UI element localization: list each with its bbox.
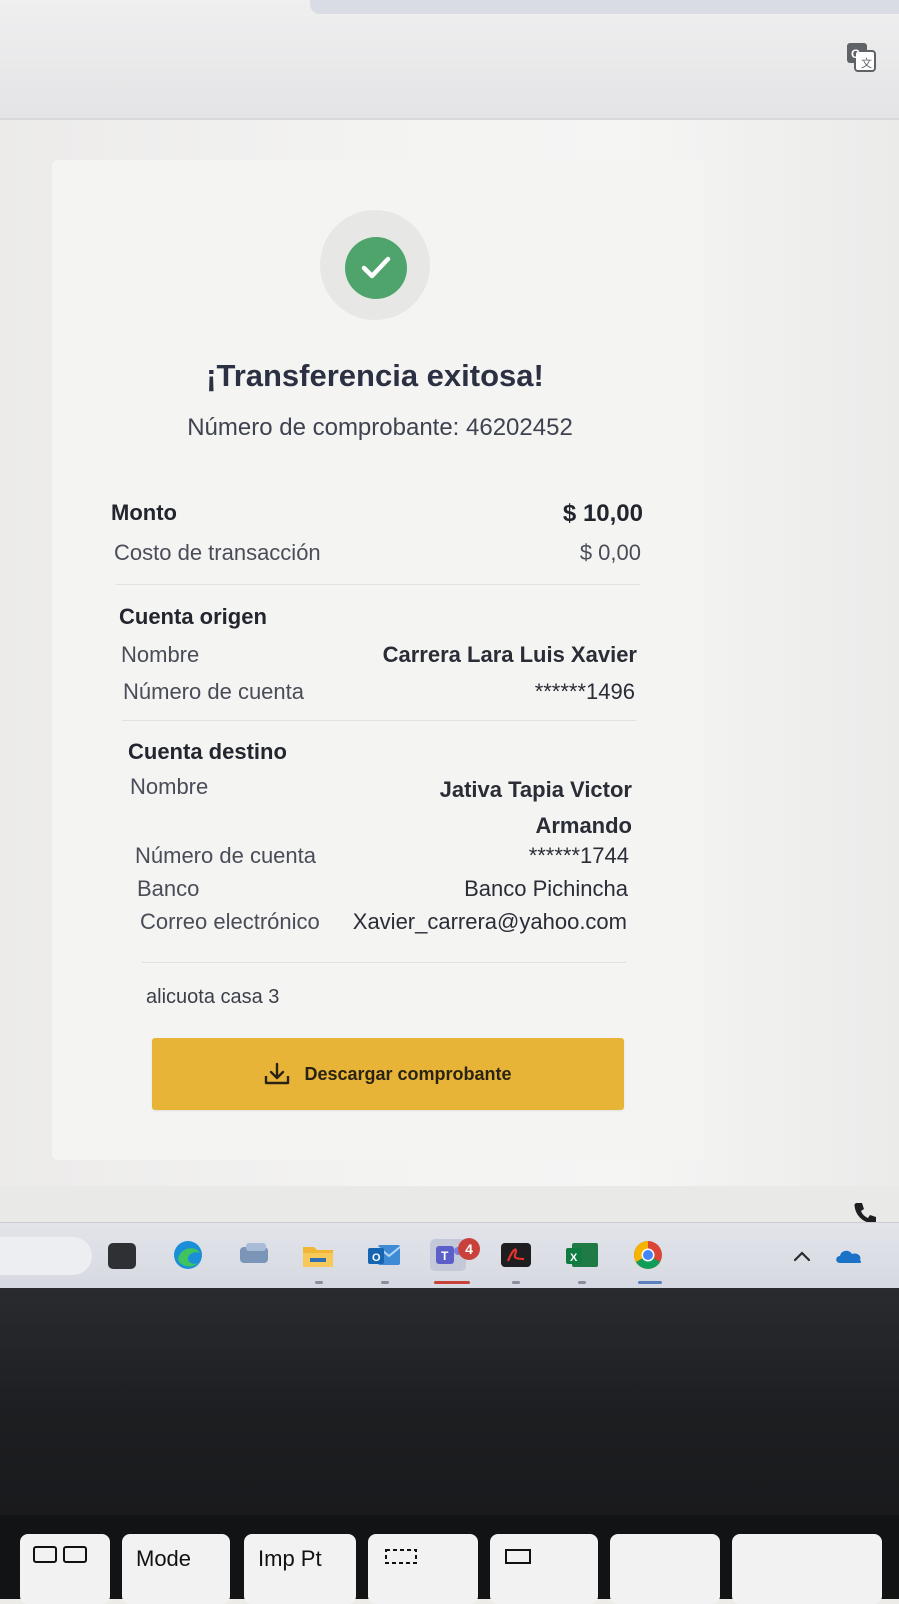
- destination-bank-value: Banco Pichincha: [464, 876, 628, 901]
- edge-icon[interactable]: [170, 1239, 206, 1271]
- destination-email-value: Xavier_carrera@yahoo.com: [352, 909, 627, 934]
- destination-name-line1: Jativa Tapia Victor: [439, 777, 632, 802]
- amount-row: Monto $ 10,00: [111, 500, 643, 528]
- taskbar-search-box[interactable]: [0, 1237, 92, 1275]
- download-receipt-button[interactable]: Descargar comprobante: [152, 1038, 624, 1110]
- chrome-icon[interactable]: [630, 1239, 666, 1271]
- screen-icon: [505, 1549, 531, 1564]
- os-taskbar: O T X: [0, 1222, 899, 1289]
- destination-account-value: ******1744: [528, 843, 629, 868]
- chat-icon[interactable]: [236, 1239, 272, 1271]
- destination-name-label: Nombre: [130, 774, 209, 799]
- origin-section-title: Cuenta origen: [119, 604, 267, 629]
- origin-account-label: Número de cuenta: [123, 679, 304, 704]
- acrobat-icon[interactable]: [498, 1239, 534, 1271]
- transfer-note: alicuota casa 3: [146, 986, 280, 1008]
- outlook-icon[interactable]: O: [366, 1239, 402, 1271]
- snip-icon: [385, 1549, 417, 1564]
- fee-label: Costo de transacción: [114, 540, 321, 565]
- key-print-label: Imp Pt: [258, 1546, 322, 1571]
- svg-text:G: G: [851, 47, 860, 61]
- taskbar-active-indicator: [638, 1281, 662, 1284]
- keyboard-key-mode: Mode: [122, 1534, 230, 1604]
- keyboard-key-screen: [490, 1534, 598, 1604]
- fee-row: Costo de transacción $ 0,00: [114, 540, 641, 566]
- destination-email-label: Correo electrónico: [140, 909, 320, 934]
- amount-value: $ 10,00: [562, 500, 643, 527]
- origin-account-row: Número de cuenta ******1496: [123, 679, 635, 705]
- destination-name-line2: Armando: [535, 813, 632, 838]
- svg-text:文: 文: [861, 56, 872, 70]
- taskbar-indicator: [512, 1281, 520, 1284]
- origin-name-label: Nombre: [121, 642, 200, 667]
- keyboard-key-snip: [368, 1534, 478, 1604]
- divider: [116, 584, 640, 585]
- destination-name-value: Jativa Tapia Victor Armando: [440, 772, 632, 844]
- voucher-number: Número de comprobante: 46202452: [187, 414, 573, 441]
- taskbar-indicator: [381, 1281, 389, 1284]
- teams-notification-badge: 4: [458, 1238, 480, 1260]
- window-switch-icon: [33, 1546, 87, 1563]
- origin-name-value: Carrera Lara Luis Xavier: [382, 642, 637, 667]
- taskbar-active-indicator: [434, 1281, 470, 1284]
- taskbar-indicator: [578, 1281, 586, 1284]
- download-icon: [265, 1062, 290, 1085]
- origin-name-row: Nombre Carrera Lara Luis Xavier: [121, 642, 637, 668]
- keyboard-key: [610, 1534, 720, 1604]
- page-bottom-area: [0, 1186, 899, 1224]
- folder-icon[interactable]: [300, 1239, 336, 1271]
- check-icon: [345, 237, 407, 299]
- file-explorer-icon[interactable]: [108, 1243, 136, 1269]
- destination-email-row: Correo electrónico Xavier_carrera@yahoo.…: [140, 909, 627, 935]
- destination-account-row: Número de cuenta ******1744: [135, 843, 629, 869]
- origin-account-value: ******1496: [534, 679, 635, 704]
- browser-tab-strip: [310, 0, 899, 14]
- destination-bank-label: Banco: [137, 876, 200, 901]
- translate-icon[interactable]: G 文: [846, 42, 876, 72]
- keyboard-key: [732, 1534, 882, 1604]
- browser-toolbar: G 文: [0, 0, 899, 120]
- destination-bank-row: Banco Banco Pichincha: [137, 876, 628, 902]
- keyboard-key-window: [20, 1534, 110, 1604]
- divider: [122, 720, 636, 721]
- svg-text:O: O: [372, 1252, 381, 1264]
- excel-icon[interactable]: X: [564, 1239, 600, 1271]
- divider: [142, 962, 626, 963]
- page-title: ¡Transferencia exitosa!: [206, 358, 544, 393]
- svg-text:T: T: [441, 1249, 449, 1263]
- amount-label: Monto: [111, 500, 177, 525]
- destination-name-row: Nombre Jativa Tapia Victor Armando: [130, 774, 632, 844]
- svg-text:X: X: [570, 1252, 578, 1264]
- onedrive-icon[interactable]: [834, 1247, 864, 1265]
- fee-value: $ 0,00: [579, 540, 641, 565]
- taskbar-indicator: [315, 1281, 323, 1284]
- key-mode-label: Mode: [136, 1546, 192, 1571]
- destination-account-label: Número de cuenta: [135, 843, 316, 868]
- download-receipt-label: Descargar comprobante: [304, 1063, 512, 1084]
- destination-section-title: Cuenta destino: [128, 739, 287, 764]
- chevron-up-icon[interactable]: [792, 1249, 812, 1263]
- keyboard-key-print: Imp Pt: [244, 1534, 356, 1604]
